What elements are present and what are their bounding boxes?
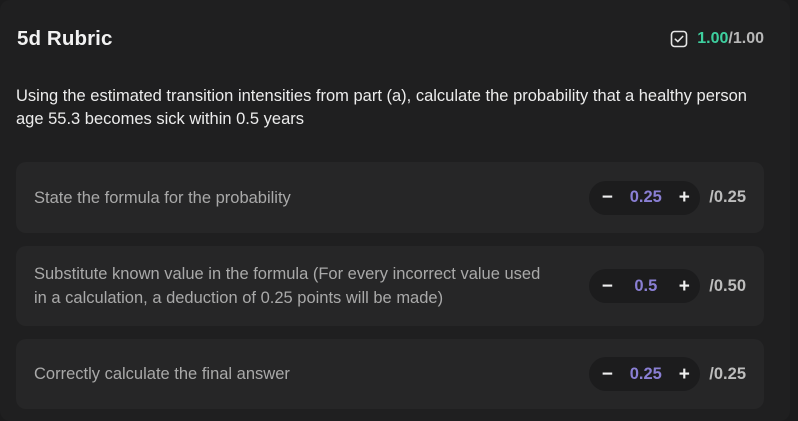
stepper-value[interactable]: 0.5 <box>634 277 657 296</box>
rubric-item-text: Substitute known value in the formula (F… <box>34 265 541 307</box>
rubric-item: Correctly calculate the final answer − 0… <box>16 339 764 409</box>
score-stepper: − 0.25 + <box>589 357 701 391</box>
rubric-panel: 5d Rubric 1.00/1.00 Using the estimated … <box>0 0 790 421</box>
rubric-title: 5d Rubric <box>17 27 113 50</box>
max-points: /0.25 <box>709 364 746 383</box>
decrement-button[interactable]: − <box>599 365 615 384</box>
decrement-button[interactable]: − <box>599 188 615 207</box>
score-stepper: − 0.25 + <box>589 180 701 215</box>
rubric-item: State the formula for the probability − … <box>16 162 764 233</box>
checkbox-checked-icon <box>670 30 688 48</box>
rubric-item-text: Correctly calculate the final answer <box>34 365 290 383</box>
rubric-item-grader: − 0.5 + /0.50 <box>589 269 746 303</box>
decrement-button[interactable]: − <box>599 277 615 296</box>
score-stepper: − 0.5 + <box>589 269 701 303</box>
rubric-item: Substitute known value in the formula (F… <box>16 246 764 326</box>
rubric-item-text: State the formula for the probability <box>34 188 291 207</box>
max-points: /0.50 <box>709 276 746 295</box>
max-points: /0.25 <box>709 188 746 206</box>
score-earned: 1.00 <box>697 30 729 47</box>
increment-button[interactable]: + <box>676 365 692 384</box>
increment-button[interactable]: + <box>676 188 692 207</box>
rubric-header: 5d Rubric 1.00/1.00 <box>17 26 764 52</box>
rubric-item-grader: − 0.25 + /0.25 <box>589 357 746 391</box>
score-total: /1.00 <box>728 30 764 47</box>
question-text: Using the estimated transition intensiti… <box>16 87 747 128</box>
stepper-value[interactable]: 0.25 <box>630 188 662 207</box>
total-score: 1.00/1.00 <box>670 30 764 48</box>
stepper-value[interactable]: 0.25 <box>630 365 662 384</box>
increment-button[interactable]: + <box>676 277 692 296</box>
rubric-item-grader: − 0.25 + /0.25 <box>589 180 746 215</box>
